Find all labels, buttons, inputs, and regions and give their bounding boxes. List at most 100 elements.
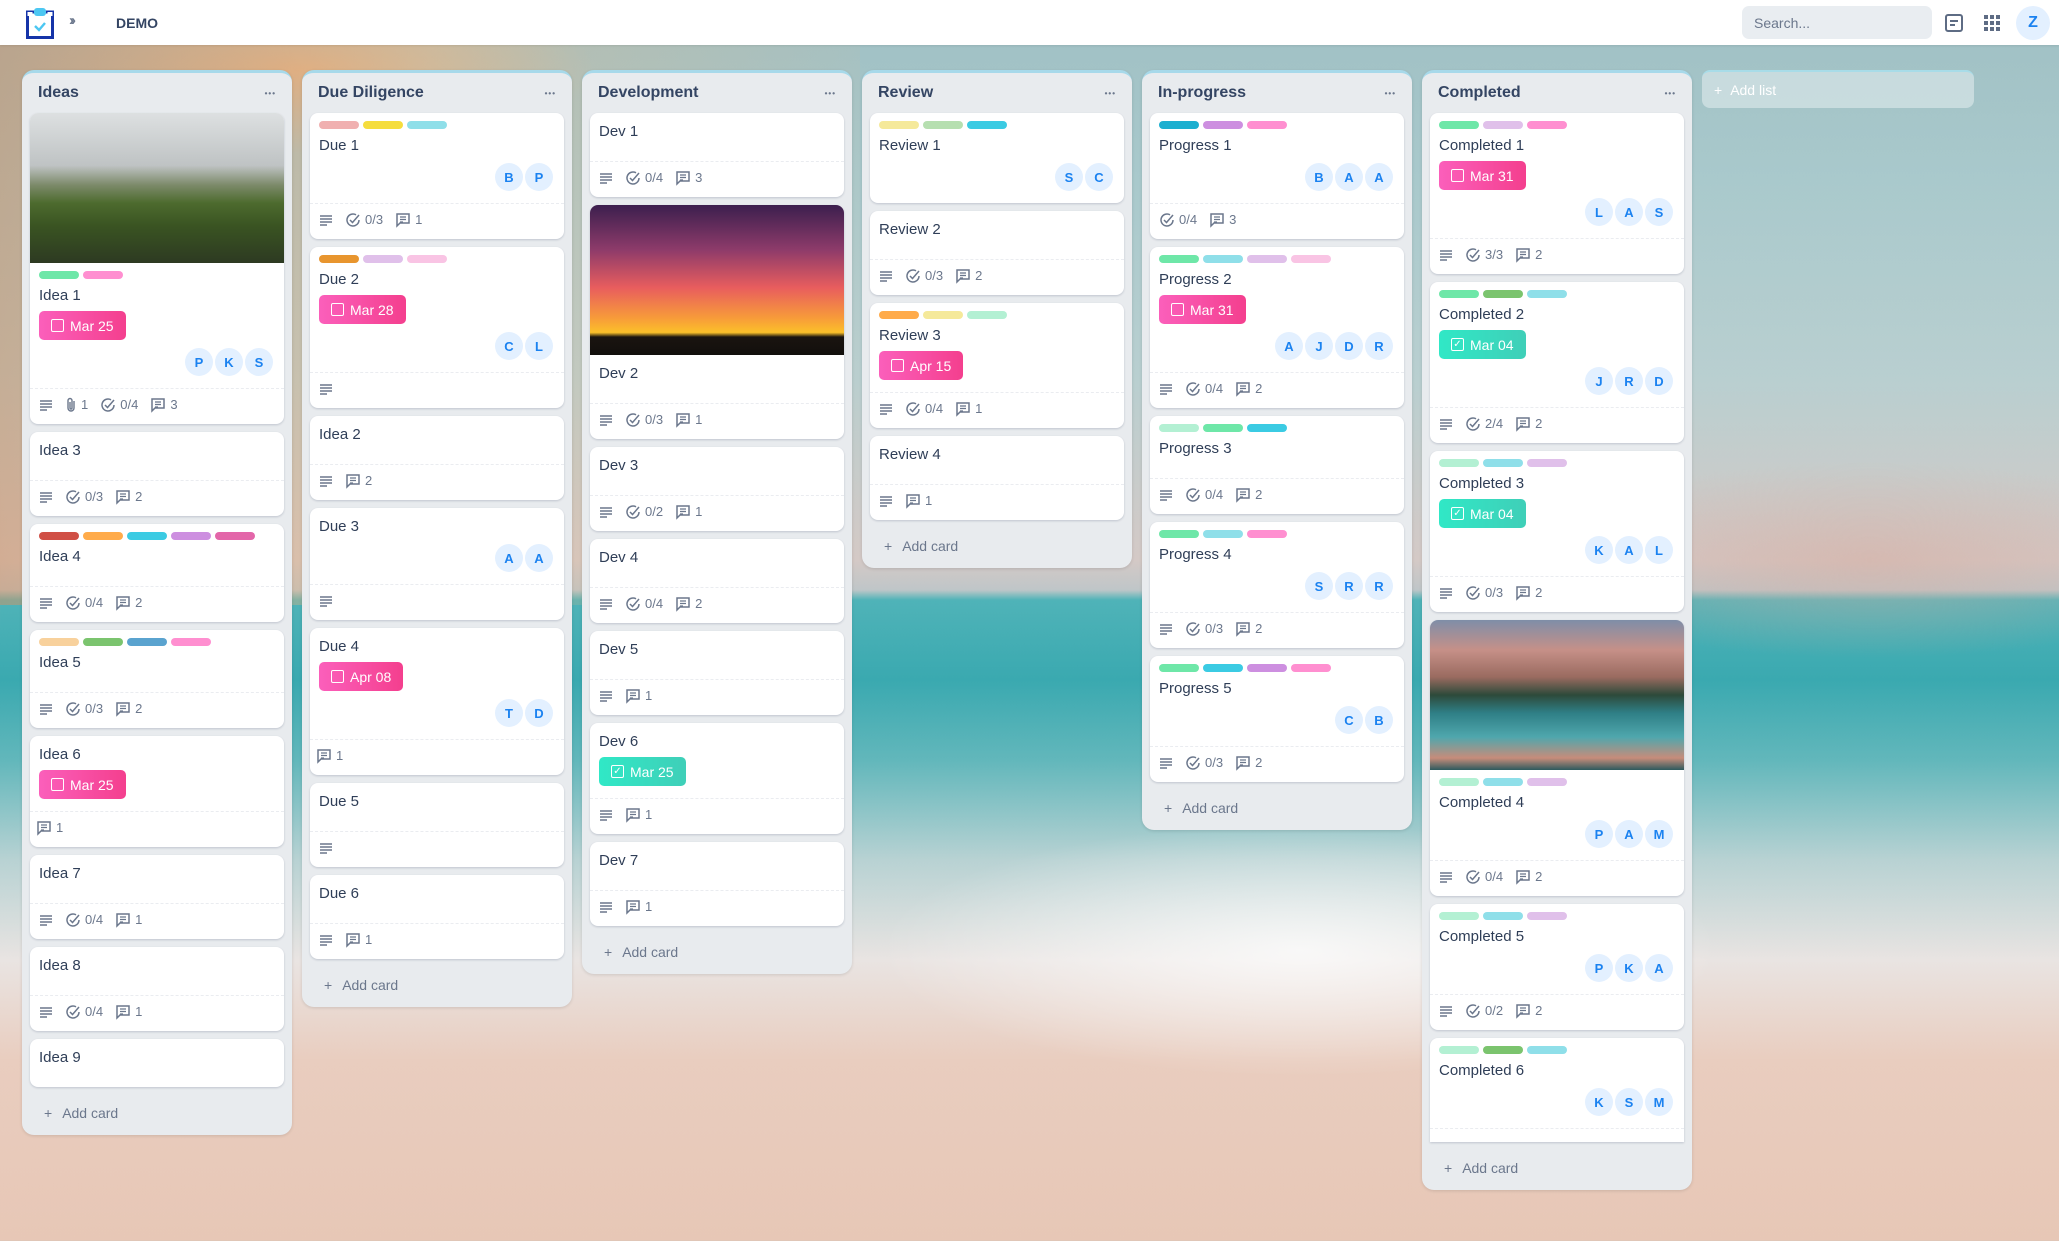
label[interactable] (39, 638, 79, 646)
double-chevron-right-icon[interactable]: ›› (69, 12, 76, 29)
label[interactable] (1247, 530, 1287, 538)
label[interactable] (1247, 121, 1287, 129)
member-avatar[interactable]: A (1335, 163, 1363, 191)
label[interactable] (879, 311, 919, 319)
member-avatar[interactable]: S (1305, 572, 1333, 600)
card[interactable]: Progress 5 C B 0/3 2 (1150, 656, 1404, 782)
member-avatar[interactable]: P (525, 163, 553, 191)
member-avatar[interactable]: D (1335, 332, 1363, 360)
card[interactable]: Idea 7 0/4 1 (30, 855, 284, 939)
due-date-badge[interactable]: Mar 31 (1439, 161, 1526, 190)
card[interactable]: Progress 3 0/4 2 (1150, 416, 1404, 514)
label[interactable] (83, 532, 123, 540)
card[interactable]: Dev 1 0/4 3 (590, 113, 844, 197)
label[interactable] (1439, 459, 1479, 467)
label[interactable] (923, 121, 963, 129)
label[interactable] (1483, 912, 1523, 920)
label[interactable] (1439, 1046, 1479, 1054)
card[interactable]: Idea 9 (30, 1039, 284, 1087)
label[interactable] (215, 532, 255, 540)
label[interactable] (1483, 1046, 1523, 1054)
card[interactable]: Idea 2 2 (310, 416, 564, 500)
unchecked-box-icon[interactable] (331, 670, 344, 683)
unchecked-box-icon[interactable] (51, 319, 64, 332)
member-avatar[interactable]: S (245, 348, 273, 376)
member-avatar[interactable]: K (1585, 1088, 1613, 1116)
card[interactable]: Idea 6 Mar 25 1 (30, 736, 284, 847)
card[interactable]: Idea 5 0/3 2 (30, 630, 284, 728)
card[interactable]: Due 6 1 (310, 875, 564, 959)
member-avatar[interactable]: L (525, 332, 553, 360)
card[interactable]: Dev 3 0/2 1 (590, 447, 844, 531)
member-avatar[interactable]: D (1645, 367, 1673, 395)
due-date-badge[interactable]: Mar 25 (39, 770, 126, 799)
label[interactable] (83, 638, 123, 646)
card[interactable]: Dev 7 1 (590, 842, 844, 926)
label[interactable] (923, 311, 963, 319)
member-avatar[interactable]: A (1365, 163, 1393, 191)
more-options-icon[interactable]: ••• (1105, 89, 1116, 98)
member-avatar[interactable]: S (1615, 1088, 1643, 1116)
due-date-badge[interactable]: Apr 08 (319, 662, 404, 691)
checked-box-icon[interactable]: ✓ (1451, 507, 1464, 520)
label[interactable] (407, 121, 447, 129)
member-avatar[interactable]: C (495, 332, 523, 360)
label[interactable] (1159, 121, 1199, 129)
member-avatar[interactable]: B (1365, 706, 1393, 734)
add-card-button[interactable]: + Add card (1430, 1150, 1684, 1176)
due-date-badge[interactable]: ✓ Mar 04 (1439, 499, 1526, 528)
activity-log-icon[interactable] (1944, 13, 1964, 33)
unchecked-box-icon[interactable] (1171, 303, 1184, 316)
card[interactable]: Idea 8 0/4 1 (30, 947, 284, 1031)
card[interactable]: Review 1 SC (870, 113, 1124, 203)
label[interactable] (1439, 290, 1479, 298)
add-card-button[interactable]: + Add card (30, 1095, 284, 1121)
member-avatar[interactable]: M (1645, 1088, 1673, 1116)
member-avatar[interactable]: A (1615, 198, 1643, 226)
card[interactable]: Completed 6 KSM (1430, 1038, 1684, 1142)
unchecked-box-icon[interactable] (1451, 169, 1464, 182)
label[interactable] (1159, 664, 1199, 672)
label[interactable] (171, 532, 211, 540)
label[interactable] (319, 121, 359, 129)
more-options-icon[interactable]: ••• (1665, 89, 1676, 98)
label[interactable] (1159, 424, 1199, 432)
label[interactable] (363, 121, 403, 129)
card[interactable]: Dev 6 ✓ Mar 25 1 (590, 723, 844, 834)
member-avatar[interactable]: A (1645, 954, 1673, 982)
apps-grid-icon[interactable] (1982, 13, 2002, 33)
member-avatar[interactable]: A (1615, 536, 1643, 564)
member-avatar[interactable]: S (1645, 198, 1673, 226)
label[interactable] (363, 255, 403, 263)
card[interactable]: Completed 4 P A M 0/4 2 (1430, 620, 1684, 896)
unchecked-box-icon[interactable] (331, 303, 344, 316)
card[interactable]: Due 2 Mar 28 C L (310, 247, 564, 408)
label[interactable] (1291, 255, 1331, 263)
label[interactable] (1527, 1046, 1567, 1054)
more-options-icon[interactable]: ••• (545, 89, 556, 98)
member-avatar[interactable]: P (1585, 820, 1613, 848)
label[interactable] (1291, 664, 1331, 672)
member-avatar[interactable]: J (1305, 332, 1333, 360)
card[interactable]: Review 3 Apr 15 0/4 1 (870, 303, 1124, 428)
due-date-badge[interactable]: Mar 25 (39, 311, 126, 340)
search-input[interactable] (1742, 6, 1932, 39)
card[interactable]: Completed 1 Mar 31 L A S 3/3 2 (1430, 113, 1684, 274)
label[interactable] (967, 121, 1007, 129)
member-avatar[interactable]: K (1615, 954, 1643, 982)
member-avatar[interactable]: R (1365, 572, 1393, 600)
label[interactable] (1483, 778, 1523, 786)
card[interactable]: Idea 3 0/3 2 (30, 432, 284, 516)
clipboard-check-icon[interactable] (26, 7, 54, 39)
card[interactable]: Dev 5 1 (590, 631, 844, 715)
member-avatar[interactable]: C (1335, 706, 1363, 734)
label[interactable] (1439, 912, 1479, 920)
member-avatar[interactable]: S (1055, 163, 1083, 191)
member-avatar[interactable]: A (1615, 820, 1643, 848)
card[interactable]: Due 1 B P 0/3 1 (310, 113, 564, 239)
label[interactable] (407, 255, 447, 263)
label[interactable] (1247, 664, 1287, 672)
member-avatar[interactable]: T (495, 699, 523, 727)
member-avatar[interactable]: P (185, 348, 213, 376)
member-avatar[interactable]: C (1085, 163, 1113, 191)
